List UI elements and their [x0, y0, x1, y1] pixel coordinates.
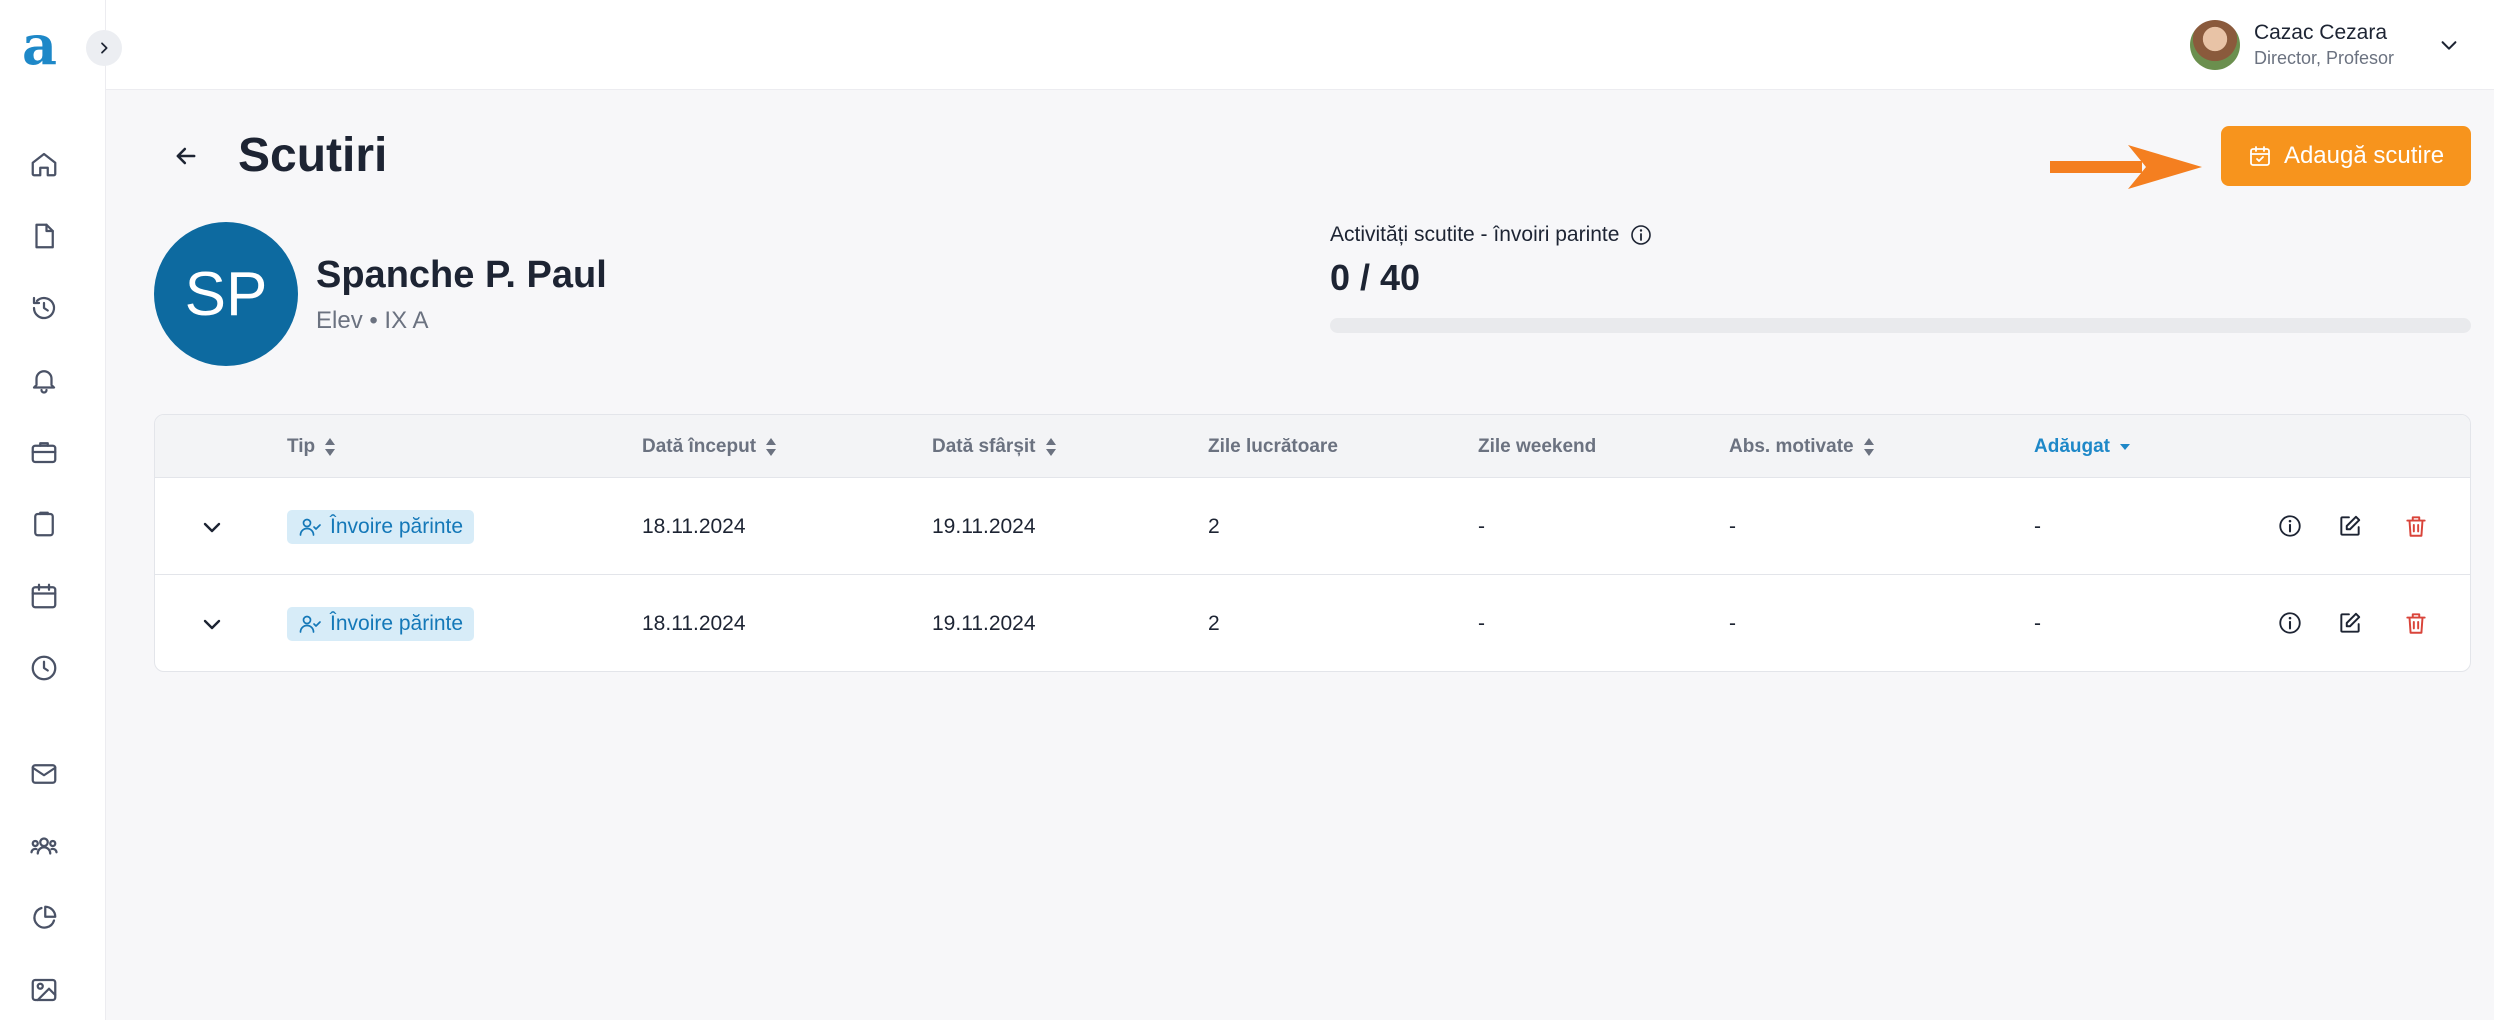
exemption-progress-bar — [1330, 318, 2471, 333]
header-abs[interactable]: Abs. motivate — [1729, 415, 1876, 478]
header-abs-label: Abs. motivate — [1729, 435, 1854, 457]
header-start-date[interactable]: Dată început — [642, 415, 778, 478]
users-icon[interactable] — [26, 828, 62, 864]
type-badge-label: Învoire părinte — [330, 611, 464, 635]
sort-desc-icon — [2120, 443, 2130, 450]
student-avatar: SP — [154, 222, 298, 366]
header-tip[interactable]: Tip — [287, 415, 337, 478]
trash-icon — [2406, 613, 2426, 634]
calendar-icon[interactable] — [26, 578, 62, 614]
header-workdays-label: Zile lucrătoare — [1208, 435, 1338, 457]
info-icon[interactable] — [1629, 223, 1653, 247]
cell-end-date: 19.11.2024 — [932, 611, 1036, 635]
cell-weekend: - — [1478, 611, 1485, 635]
expand-row-button[interactable] — [193, 508, 231, 546]
table-row: Învoire părinte 18.11.2024 19.11.2024 2 … — [155, 575, 2470, 671]
add-exemption-button[interactable]: Adaugă scutire — [2221, 126, 2471, 186]
stat-label-text: Activități scutite - învoiri parinte — [1330, 223, 1620, 246]
info-button[interactable] — [2273, 606, 2307, 640]
user-menu[interactable]: Cazac Cezara Director, Profesor — [2189, 16, 2460, 74]
back-button[interactable] — [166, 136, 206, 176]
exemptions-table: Tip Dată început Dată sfârșit Zile lucră… — [154, 414, 2471, 672]
cell-type: Învoire părinte — [287, 575, 475, 671]
cell-end-date: 19.11.2024 — [932, 514, 1036, 538]
table-row: Învoire părinte 18.11.2024 19.11.2024 2 … — [155, 478, 2470, 575]
cell-abs: - — [1729, 514, 1736, 538]
header-tip-label: Tip — [287, 435, 316, 457]
cell-type: Învoire părinte — [287, 478, 475, 575]
delete-button[interactable] — [2399, 606, 2433, 640]
app-logo[interactable]: a — [22, 18, 57, 72]
cell-added: - — [2034, 514, 2041, 538]
chevron-right-icon — [101, 42, 108, 54]
chevron-down-icon — [203, 522, 221, 533]
briefcase-icon[interactable] — [26, 434, 62, 470]
cell-abs: - — [1729, 611, 1736, 635]
cell-weekend: - — [1478, 514, 1485, 538]
chevron-down-icon — [203, 619, 221, 630]
annotation-arrow — [2050, 145, 2202, 189]
user-check-icon — [299, 615, 321, 633]
arrow-left-icon — [176, 147, 196, 165]
edit-icon — [2340, 515, 2361, 536]
document-icon[interactable] — [26, 218, 62, 254]
type-badge[interactable]: Învoire părinte — [287, 509, 475, 544]
header-weekend: Zile weekend — [1478, 415, 1596, 478]
edit-button[interactable] — [2333, 606, 2367, 640]
cell-workdays: 2 — [1208, 611, 1220, 635]
type-badge-label: Învoire părinte — [330, 514, 464, 538]
header-workdays: Zile lucrătoare — [1208, 415, 1338, 478]
top-bar: Cazac Cezara Director, Profesor — [106, 0, 2494, 90]
info-icon — [2279, 515, 2301, 537]
table-header: Tip Dată început Dată sfârșit Zile lucră… — [155, 415, 2470, 478]
student-meta: Elev • IX A — [316, 307, 429, 334]
sort-icon — [766, 437, 777, 456]
info-icon — [2279, 612, 2301, 634]
header-start-label: Dată început — [642, 435, 757, 457]
sidebar-expand-button[interactable] — [86, 30, 122, 66]
delete-button[interactable] — [2399, 509, 2433, 543]
stat-value: 0 / 40 — [1330, 257, 1421, 298]
sort-icon — [1863, 437, 1874, 456]
edit-button[interactable] — [2333, 509, 2367, 543]
cell-start-date: 18.11.2024 — [642, 514, 746, 538]
clipboard-icon[interactable] — [26, 506, 62, 542]
edit-icon — [2340, 612, 2361, 633]
user-check-icon — [299, 518, 321, 536]
sort-icon — [325, 437, 336, 456]
chevron-down-icon[interactable] — [2438, 34, 2460, 56]
header-end-date[interactable]: Dată sfârșit — [932, 415, 1058, 478]
page-title: Scutiri — [238, 129, 388, 182]
header-end-label: Dată sfârșit — [932, 435, 1036, 457]
expand-row-button[interactable] — [193, 605, 231, 643]
history-icon[interactable] — [26, 290, 62, 326]
trash-icon — [2406, 516, 2426, 537]
pie-chart-icon[interactable] — [26, 900, 62, 936]
stat-label: Activități scutite - învoiri parinte — [1330, 220, 1653, 250]
header-weekend-label: Zile weekend — [1478, 435, 1597, 457]
mail-icon[interactable] — [26, 756, 62, 792]
bell-icon[interactable] — [26, 362, 62, 398]
add-exemption-label: Adaugă scutire — [2283, 142, 2445, 169]
info-button[interactable] — [2273, 509, 2307, 543]
header-added-label: Adăugat — [2034, 435, 2110, 457]
user-avatar — [2189, 20, 2240, 70]
type-badge[interactable]: Învoire părinte — [287, 606, 475, 641]
clock-icon[interactable] — [26, 650, 62, 686]
user-name: Cazac Cezara — [2253, 21, 2388, 44]
cell-workdays: 2 — [1208, 514, 1220, 538]
home-icon[interactable] — [26, 146, 62, 182]
sort-icon — [1045, 437, 1056, 456]
calendar-check-icon — [2250, 146, 2270, 166]
student-name: Spanche P. Paul — [316, 254, 607, 296]
cell-start-date: 18.11.2024 — [642, 611, 746, 635]
image-icon[interactable] — [26, 972, 62, 1008]
sidebar: a — [0, 0, 106, 1020]
header-added[interactable]: Adăugat — [2034, 415, 2132, 478]
cell-added: - — [2034, 611, 2041, 635]
user-role: Director, Profesor — [2253, 48, 2394, 68]
